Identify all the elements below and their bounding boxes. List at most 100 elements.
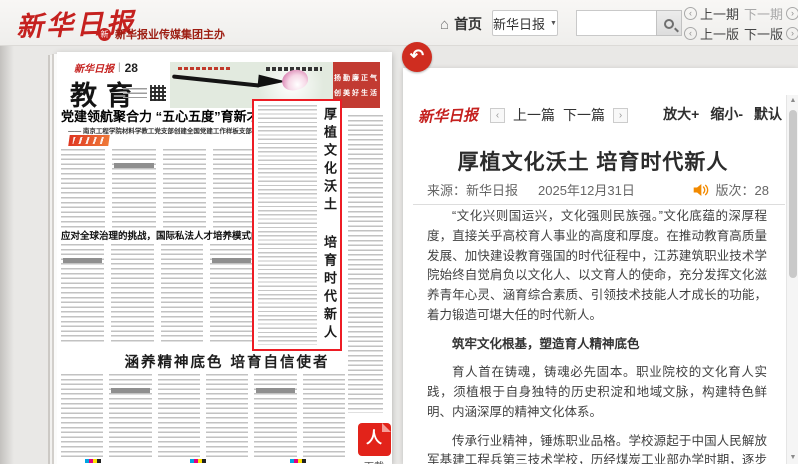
circle-left-icon: ‹ xyxy=(684,27,697,40)
article-source: 来源：新华日报 xyxy=(427,180,518,199)
text-column-placeholder xyxy=(213,149,257,228)
text-column-placeholder xyxy=(206,374,248,457)
circle-left-icon: ‹ xyxy=(684,7,697,20)
back-button[interactable]: ↶ xyxy=(402,42,432,72)
next-article-button[interactable]: 下一篇 xyxy=(563,105,605,125)
text-column-placeholder xyxy=(163,149,207,228)
next-article-arrow-button[interactable]: › xyxy=(613,108,628,123)
text-column-placeholder xyxy=(158,374,200,457)
banner-small-red-text xyxy=(178,67,230,70)
article-body: “文化兴则国运兴，文化强则民族强。”文化底蕴的深厚程度，直接关乎高校育人事业的高… xyxy=(427,198,767,464)
scroll-up-arrow-icon[interactable]: ▲ xyxy=(787,95,798,107)
scroll-down-arrow-icon[interactable]: ▼ xyxy=(787,452,798,464)
circle-right-icon: › xyxy=(786,7,798,20)
text-column-placeholder xyxy=(348,115,383,413)
home-label: 首页 xyxy=(454,14,482,34)
prev-edition-label: 上一版 xyxy=(700,24,739,43)
zoom-in-button[interactable]: 放大+ xyxy=(663,104,699,124)
banner-slogan-line1: 扬勤廉正气 xyxy=(334,73,379,83)
zoom-reset-button[interactable]: 默认 xyxy=(754,104,782,124)
page-date-lines xyxy=(123,88,147,101)
text-column-placeholder xyxy=(210,244,253,345)
text-column-placeholder xyxy=(258,105,317,345)
article-paragraph: 传承行业精神，锤炼职业品格。学校源起于中国人民解放军基建工程兵第三技术学校，历经… xyxy=(427,432,767,464)
print-registration-marks xyxy=(85,459,101,463)
print-registration-marks xyxy=(290,459,306,463)
top-header-bar: 新华日报 新 新华报业传媒集团主办 ⌂ 首页 新华日报 ▼ ‹ 上一期 下一期 … xyxy=(0,0,798,46)
lead-article-headline[interactable]: 党建领航聚合力 “五心五度”育新才 xyxy=(61,106,259,125)
search-input[interactable] xyxy=(576,10,656,36)
middle-article-headline[interactable]: 应对全球治理的挑战，国际私法人才培养模式的新探索 xyxy=(61,228,261,242)
article-title: 厚植文化沃土 培育时代新人 xyxy=(403,146,783,176)
prev-edition-button[interactable]: ‹ 上一版 xyxy=(684,24,744,43)
pdf-icon: 人 xyxy=(358,423,391,456)
article-paragraph: “文化兴则国运兴，文化强则民族强。”文化底蕴的深厚程度，直接关乎高校育人事业的高… xyxy=(427,207,767,326)
prev-article-button[interactable]: 上一篇 xyxy=(513,105,555,125)
print-registration-marks xyxy=(190,459,206,463)
article-date: 2025年12月31日 xyxy=(538,180,635,199)
nav-home-link[interactable]: ⌂ 首页 xyxy=(440,14,482,34)
lead-article-columns xyxy=(61,149,257,228)
lead-article-tag-badge xyxy=(68,135,110,146)
page-masthead: 新华日报 | 28 xyxy=(74,60,138,75)
issue-page-pager: ‹ 上一期 下一期 › ‹ 上一版 下一版 › xyxy=(684,3,798,43)
bottom-article-columns xyxy=(61,374,345,457)
next-edition-button[interactable]: 下一版 › xyxy=(744,24,798,43)
next-issue-label: 下一期 xyxy=(744,4,783,23)
download-label: 下载 xyxy=(356,458,392,464)
prev-issue-button[interactable]: ‹ 上一期 xyxy=(684,4,744,23)
search-icon xyxy=(664,19,674,29)
prev-article-arrow-button[interactable]: ‹ xyxy=(490,108,505,123)
article-reader-panel: 新华日报 ‹ 上一篇 下一篇 › 放大+ 缩小- 默认 厚植文化沃土 培育时代新… xyxy=(403,68,798,464)
home-icon: ⌂ xyxy=(440,16,449,33)
app-window: 新华日报 新 新华报业传媒集团主办 ⌂ 首页 新华日报 ▼ ‹ 上一期 下一期 … xyxy=(0,0,798,464)
article-toolbar: 新华日报 ‹ 上一篇 下一篇 › xyxy=(418,104,628,126)
calligraphy-brush-icon xyxy=(172,74,260,87)
text-column-placeholder xyxy=(112,149,156,228)
page-edge-shadow xyxy=(0,46,14,464)
search-button[interactable] xyxy=(656,10,682,36)
xinhua-daily-small-logo: 新华日报 xyxy=(418,103,479,126)
group-emblem-icon: 新 xyxy=(98,28,111,41)
pdf-download-button[interactable]: 人 下载 xyxy=(356,423,392,464)
lead-article-subhead: —— 南京工程学院材料学教工党支部创建全国党建工作样板支部 xyxy=(61,125,259,135)
masthead-divider: | xyxy=(118,62,121,73)
bottom-article-headline[interactable]: 涵养精神底色 培育自信使者 xyxy=(109,351,345,372)
text-column-placeholder xyxy=(61,374,103,457)
circle-right-icon: › xyxy=(786,27,798,40)
audio-speaker-icon[interactable] xyxy=(692,183,709,197)
article-paragraph: 育人首在铸魂，铸魂必先固本。职业院校的文化育人实践，须植根于自身独特的历史积淀和… xyxy=(427,363,767,422)
article-subheading: 筑牢文化根基，塑造育人精神底色 xyxy=(427,335,767,355)
text-column-placeholder xyxy=(61,244,104,345)
newspaper-page-thumbnail[interactable]: 新华日报 | 28 教育 扬勤廉正气 创美好生活 党建领航聚合力 “五心五度”育… xyxy=(57,52,392,464)
text-column-placeholder xyxy=(61,149,105,228)
text-column-placeholder xyxy=(161,244,204,345)
banner-slogan-line2: 创美好生活 xyxy=(334,88,379,98)
pdf-icon-glyph: 人 xyxy=(358,430,391,448)
article-edition-group: 版次：28 xyxy=(692,180,769,199)
scrollbar-thumb[interactable] xyxy=(789,110,797,278)
qr-code xyxy=(150,85,166,101)
highlighted-article-vertical-title: 厚植文化沃土 培育时代新人 xyxy=(320,105,338,345)
next-edition-label: 下一版 xyxy=(744,24,783,43)
text-column-placeholder xyxy=(303,374,345,457)
text-column-placeholder xyxy=(111,244,154,345)
article-source-date: 来源：新华日报 2025年12月31日 xyxy=(427,180,635,199)
page-number: 28 xyxy=(125,61,138,75)
article-meta-row: 来源：新华日报 2025年12月31日 版次：28 xyxy=(427,180,769,199)
paper-select-dropdown[interactable]: 新华日报 ▼ xyxy=(492,10,558,36)
middle-article-columns xyxy=(61,244,253,345)
zoom-out-button[interactable]: 缩小- xyxy=(710,104,743,124)
prev-issue-label: 上一期 xyxy=(700,4,739,23)
font-size-controls: 放大+ 缩小- 默认 xyxy=(663,104,782,124)
chevron-down-icon: ▼ xyxy=(550,20,557,27)
highlighted-article-box[interactable]: 厚植文化沃土 培育时代新人 xyxy=(252,99,342,351)
slogan-text: 新华报业传媒集团主办 xyxy=(115,26,225,42)
text-column-placeholder xyxy=(109,374,151,457)
paper-select-value: 新华日报 xyxy=(493,14,545,33)
article-scrollbar[interactable]: ▲ ▼ xyxy=(786,95,798,464)
masthead-logo: 新华日报 xyxy=(74,60,114,75)
article-edition: 版次：28 xyxy=(716,180,769,199)
media-group-slogan: 新 新华报业传媒集团主办 xyxy=(98,26,225,42)
next-issue-button[interactable]: 下一期 › xyxy=(744,4,798,23)
